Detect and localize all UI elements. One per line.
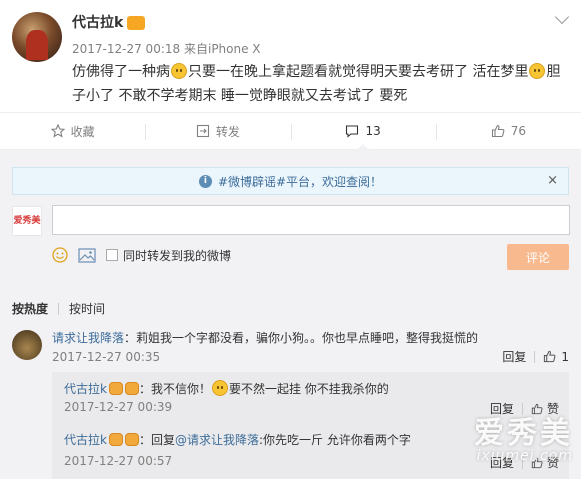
reply-reply-button[interactable]: 回复 xyxy=(490,454,514,471)
vip-badge-icon xyxy=(108,433,123,446)
rumor-notice-link[interactable]: #微博辟谣#平台，欢迎查阅！ xyxy=(218,173,382,190)
post-device: iPhone X xyxy=(207,42,261,56)
post-content: 仿佛得了一种病 只要一在晚上拿起题看就觉得明天要去考研了 活在梦里 胆子小了 不敢不… xyxy=(72,60,568,108)
comment-icon xyxy=(346,125,359,138)
reply-mention-link[interactable]: @请求让我降落 xyxy=(175,433,259,447)
post-action-bar: 收藏 转发 13 76 xyxy=(0,112,581,150)
reply-reply-button[interactable]: 回复 xyxy=(490,400,514,417)
chevron-down-icon[interactable] xyxy=(554,9,570,25)
thumbs-up-icon[interactable] xyxy=(543,350,556,363)
also-repost-checkbox[interactable] xyxy=(106,249,118,261)
close-icon[interactable]: × xyxy=(547,173,558,188)
reply-actions: 回复 赞 xyxy=(490,454,559,471)
reply-like-label: 赞 xyxy=(546,402,559,416)
post-text-2: 只要一在晚上拿起题看就觉得明天要去考研了 活在梦里 xyxy=(188,64,529,80)
comment-author[interactable]: 请求让我降落 xyxy=(52,331,124,345)
comment-button[interactable]: 13 xyxy=(290,113,436,150)
reply-author[interactable]: 代古拉k xyxy=(64,433,107,447)
action-divider xyxy=(534,350,536,363)
info-icon: i xyxy=(198,174,212,188)
rumor-notice-banner: i #微博辟谣#平台，欢迎查阅！ × xyxy=(12,167,569,195)
reply-thread: 代古拉k ：我不信你！ 要不然一起挂 你不挂我杀你的 2017-12-27 00:3… xyxy=(52,372,569,479)
image-icon xyxy=(78,247,96,263)
action-divider xyxy=(521,456,523,469)
comment-actions: 回复 1 xyxy=(502,348,569,365)
reply-text-2: 要不然一起挂 你不挂我杀你的 xyxy=(228,382,389,396)
emoji-picker-button[interactable] xyxy=(52,247,68,263)
submit-comment-button[interactable]: 评论 xyxy=(507,244,569,270)
comment-like-count: 1 xyxy=(561,349,569,364)
reply-actions: 回复 赞 xyxy=(490,400,559,417)
comment-section: i #微博辟谣#平台，欢迎查阅！ × 爱秀美 同时转发到我的微博 评论 按热度 … xyxy=(0,150,581,479)
comment-text: ：莉姐我一个字都没看，骗你小狗。。你也早点睡吧，整得我挺慌的 xyxy=(124,331,479,345)
repost-button[interactable]: 转发 xyxy=(145,113,290,149)
also-repost-label: 同时转发到我的微博 xyxy=(123,248,232,263)
also-repost-option[interactable]: 同时转发到我的微博 xyxy=(106,247,231,264)
repost-label: 转发 xyxy=(215,124,240,139)
action-divider xyxy=(521,402,523,415)
thumbs-up-icon xyxy=(491,124,505,138)
smile-emoji-icon xyxy=(171,63,187,79)
vip-badge-icon xyxy=(108,382,123,395)
emoji-icon xyxy=(52,247,68,263)
tiger-badge-icon xyxy=(124,433,139,446)
post-timestamp[interactable]: 2017-12-27 00:18 xyxy=(72,42,180,56)
post-text-1: 仿佛得了一种病 xyxy=(72,64,170,80)
reply-author[interactable]: 代古拉k xyxy=(64,382,107,396)
smile-emoji-icon xyxy=(211,380,228,396)
like-count: 76 xyxy=(510,124,527,138)
my-avatar: 爱秀美 xyxy=(12,206,42,236)
my-avatar-text: 爱秀美 xyxy=(13,216,41,226)
reply-timestamp: 2017-12-27 00:39 xyxy=(64,400,173,414)
post-author[interactable]: 代古拉k xyxy=(72,12,146,32)
like-button[interactable]: 76 xyxy=(435,113,581,149)
star-icon xyxy=(50,124,65,138)
sort-by-time-tab[interactable]: 按时间 xyxy=(69,300,105,317)
reply-text-1: ：我不信你！ xyxy=(138,382,211,396)
favorite-button[interactable]: 收藏 xyxy=(0,113,145,149)
thumbs-up-icon[interactable] xyxy=(531,457,543,469)
comment-body: 请求让我降落：莉姐我一个字都没看，骗你小狗。。你也早点睡吧，整得我挺慌的 xyxy=(52,330,562,346)
reply-timestamp: 2017-12-27 00:57 xyxy=(64,454,173,468)
weibo-post: 代古拉k 2017-12-27 00:18 来自iPhone X 仿佛得了一种病… xyxy=(0,0,581,112)
favorite-label: 收藏 xyxy=(70,124,95,139)
reply-text-prefix: ：回复 xyxy=(138,433,175,447)
comment-timestamp: 2017-12-27 00:35 xyxy=(52,350,161,364)
reply-text-suffix: :你先吃一斤 允许你看两个字 xyxy=(258,433,411,447)
comment-toolbar: 同时转发到我的微博 xyxy=(52,244,241,266)
image-upload-button[interactable] xyxy=(78,247,96,263)
sort-divider xyxy=(58,302,60,315)
user-avatar[interactable] xyxy=(12,12,62,62)
tiger-badge-icon xyxy=(124,382,139,395)
post-meta: 2017-12-27 00:18 来自iPhone X xyxy=(72,40,261,57)
comment-count: 13 xyxy=(365,124,381,138)
vip-badge-icon[interactable] xyxy=(127,16,146,30)
comment-sort-tabs: 按热度 按时间 xyxy=(12,300,105,317)
sort-by-hot-tab[interactable]: 按热度 xyxy=(12,300,48,317)
post-source-prefix: 来自 xyxy=(183,42,208,56)
reply-like-label: 赞 xyxy=(546,456,559,470)
comment-reply-button[interactable]: 回复 xyxy=(502,348,526,365)
post-author-name[interactable]: 代古拉k xyxy=(72,15,123,31)
smile-emoji-icon xyxy=(529,63,546,79)
reply-body: 代古拉k ：回复@请求让我降落:你先吃一斤 允许你看两个字 xyxy=(64,432,564,448)
commenter-avatar[interactable] xyxy=(12,330,42,360)
thumbs-up-icon[interactable] xyxy=(531,403,543,415)
repost-icon xyxy=(196,124,209,138)
comment-input[interactable] xyxy=(52,205,570,235)
reply-body: 代古拉k ：我不信你！ 要不然一起挂 你不挂我杀你的 xyxy=(64,380,564,397)
